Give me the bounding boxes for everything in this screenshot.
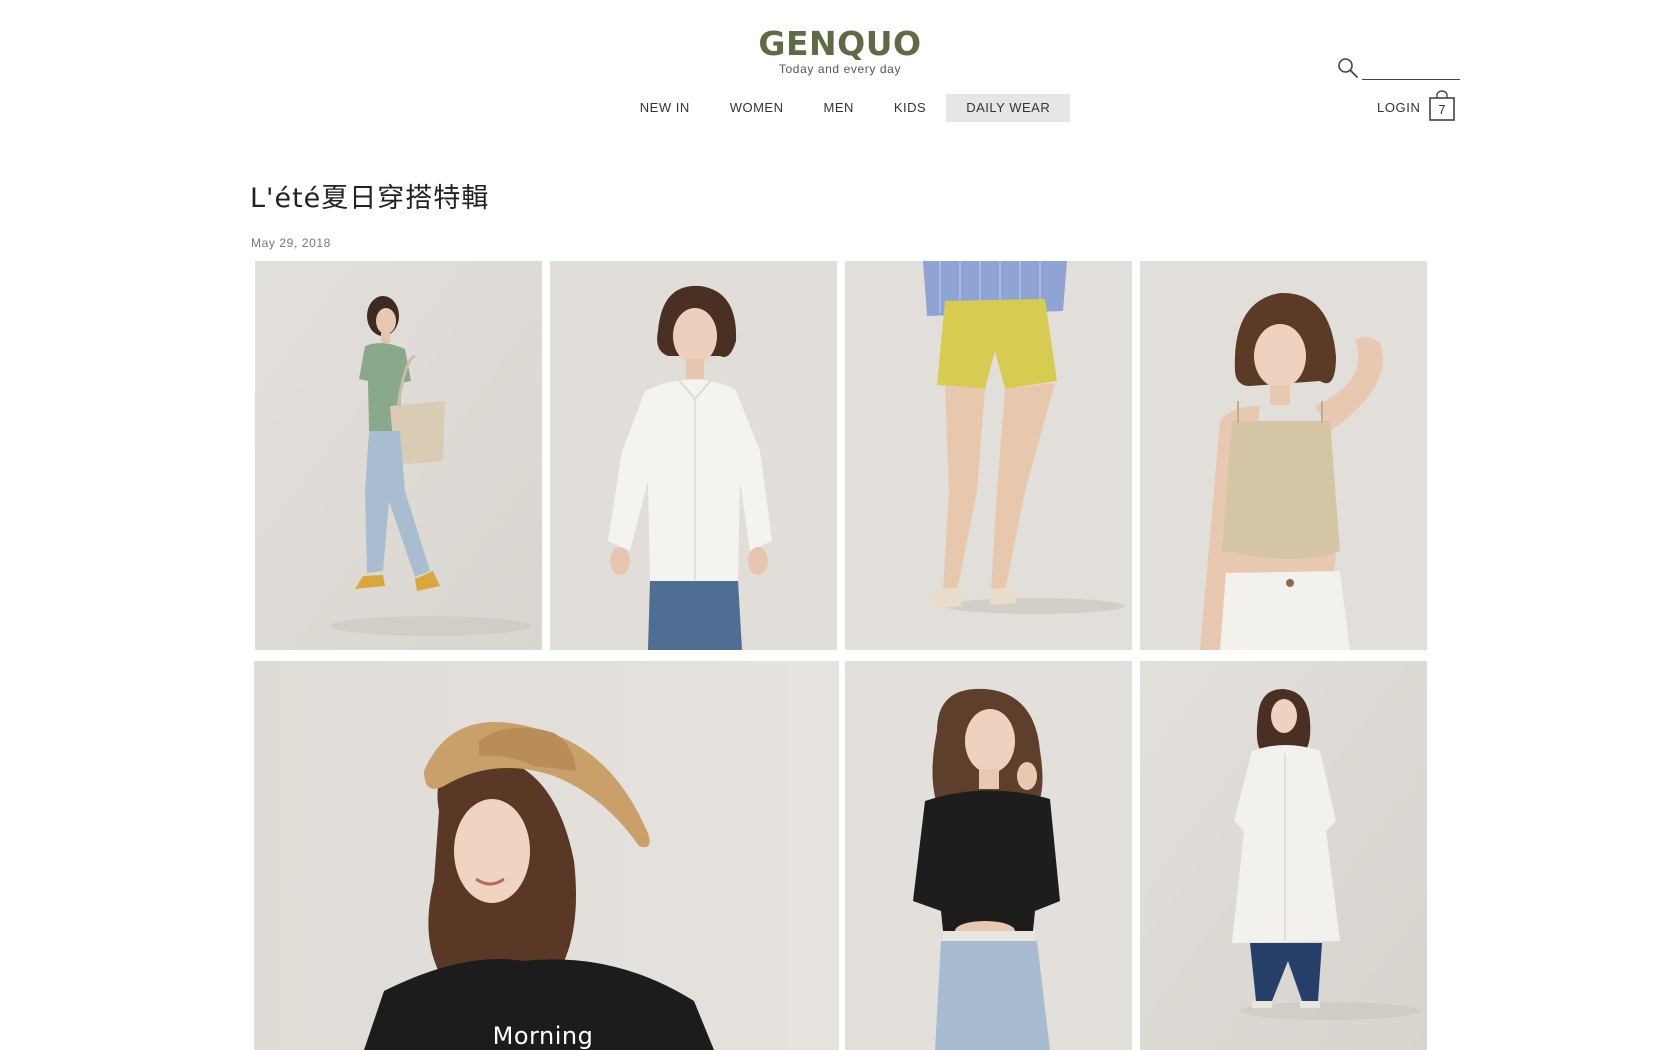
nav-item-daily-wear[interactable]: DAILY WEAR [946,94,1071,122]
cart-button[interactable]: 7 [1428,90,1456,122]
fashion-photo-image [845,661,1132,1050]
fashion-photo-image [254,661,839,1050]
gallery-photo-3[interactable] [845,261,1132,650]
gallery-photo-2[interactable] [550,261,837,650]
fashion-photo-image [1140,661,1427,1050]
gallery-photo-7[interactable] [1140,661,1427,1050]
nav-item-men[interactable]: MEN [804,94,874,122]
page: GENQUO Today and every day NEW IN WOMEN … [0,0,1680,1050]
gallery-photo-4[interactable] [1140,261,1427,650]
fashion-photo-image [845,261,1132,650]
fashion-photo-image [550,261,837,650]
main-nav-list: NEW IN WOMEN MEN KIDS DAILY WEAR [610,94,1071,122]
nav-item-women[interactable]: WOMEN [710,94,804,122]
cart-count-badge: 7 [1438,102,1446,117]
search-icon[interactable] [1336,56,1360,80]
gallery-photo-1[interactable] [255,261,542,650]
search-box [1336,56,1460,80]
search-input[interactable] [1362,59,1460,80]
article-date: May 29, 2018 [251,236,331,250]
nav-item-kids[interactable]: KIDS [874,94,946,122]
fashion-photo-image [255,261,542,650]
login-link[interactable]: LOGIN [1377,100,1420,116]
article-title: L'été夏日穿搭特輯 [250,183,490,214]
fashion-photo-image [1140,261,1427,650]
nav-item-new-in[interactable]: NEW IN [620,94,710,122]
gallery-photo-5[interactable] [254,661,839,1050]
shirt-print-text: Morning [492,1022,594,1050]
gallery-photo-6[interactable] [845,661,1132,1050]
